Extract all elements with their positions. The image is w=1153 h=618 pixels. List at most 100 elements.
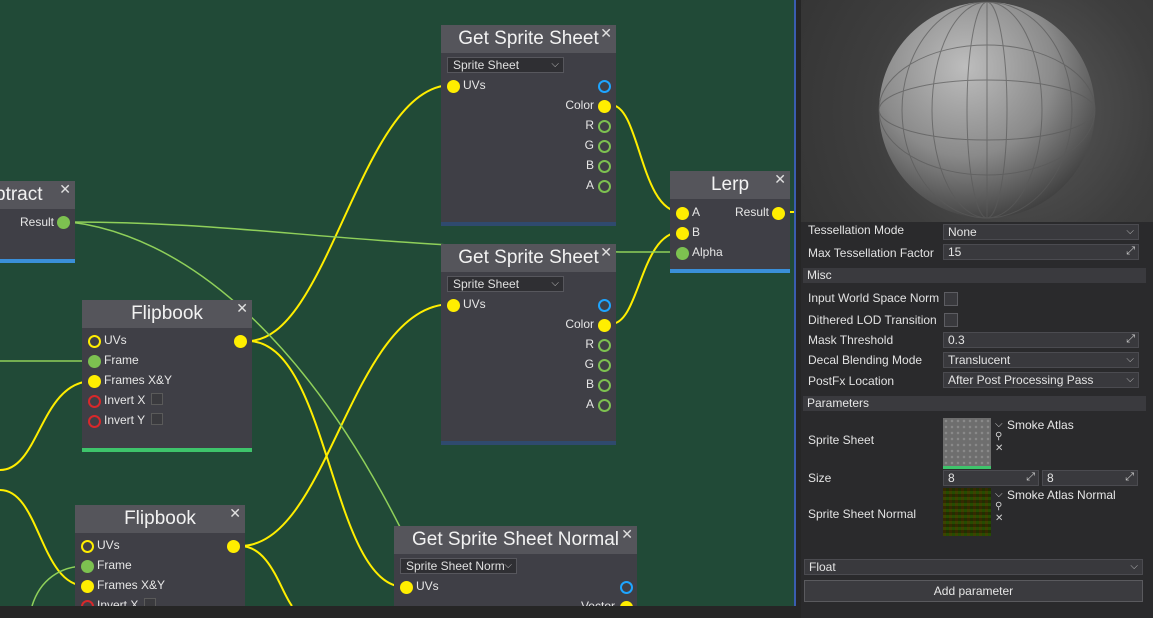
port-label: Invert Y [104, 413, 146, 427]
mode-dropdown[interactable]: Sprite Sheet ⌵ [447, 57, 564, 73]
output-port-result[interactable] [772, 207, 785, 220]
chevron-down-icon[interactable]: ⌵ [995, 490, 1003, 500]
output-port[interactable] [598, 80, 611, 93]
input-port-uvs[interactable] [447, 299, 460, 312]
node-title: Flipbook [82, 300, 252, 328]
output-port[interactable] [227, 540, 240, 553]
input-port-uvs[interactable] [400, 581, 413, 594]
input-port-frames-xy[interactable] [88, 375, 101, 388]
size-x-field[interactable]: 8 ⤢ [943, 470, 1039, 486]
search-icon[interactable]: ⚲ [995, 502, 1002, 512]
size-y-field[interactable]: 8 ⤢ [1042, 470, 1138, 486]
tessellation-mode-select[interactable]: None ⌵ [943, 224, 1139, 240]
postfx-location-select[interactable]: After Post Processing Pass ⌵ [943, 372, 1139, 388]
output-port-a[interactable] [598, 399, 611, 412]
output-port-color[interactable] [598, 100, 611, 113]
wire-flipbook2-to-gss2-uvs [239, 303, 453, 547]
close-icon[interactable]: ✕ [621, 527, 633, 541]
output-port-g[interactable] [598, 359, 611, 372]
misc-section-header[interactable]: Misc [803, 268, 1146, 283]
canvas-border [794, 0, 796, 606]
subtract-node[interactable]: btract ✕ Result [0, 181, 75, 263]
get-sprite-sheet-node[interactable]: Get Sprite Sheet ✕ Sprite Sheet ⌵ UVs Col… [441, 244, 616, 445]
port-label: UVs [463, 297, 486, 311]
port-label: Result [19, 215, 54, 229]
lerp-node[interactable]: Lerp ✕ A Result B Alpha [670, 171, 790, 273]
dithered-lod-transition-label: Dithered LOD Transition [808, 313, 937, 327]
sprite-sheet-normal-label: Sprite Sheet Normal [808, 507, 917, 521]
select-value: Translucent [948, 353, 1011, 367]
close-icon[interactable]: ✕ [600, 245, 612, 259]
properties-panel: Tessellation Mode None ⌵ Max Tessellation… [801, 222, 1153, 618]
sprite-sheet-asset-name: Smoke Atlas [1007, 418, 1074, 432]
input-port-alpha[interactable] [676, 247, 689, 260]
invert-x-checkbox[interactable] [144, 598, 156, 606]
resize-icon[interactable]: ⤢ [1126, 244, 1135, 258]
search-icon[interactable]: ⚲ [995, 432, 1002, 442]
dropdown-value: Sprite Sheet [453, 277, 520, 291]
close-icon[interactable]: ✕ [236, 301, 248, 315]
input-port-frame[interactable] [88, 355, 101, 368]
get-sprite-sheet-normal-node[interactable]: Get Sprite Sheet Normal ✕ Sprite Sheet N… [394, 526, 637, 606]
resize-icon[interactable]: ⤢ [1125, 470, 1134, 484]
input-port-uvs[interactable] [447, 80, 460, 93]
output-port[interactable] [57, 216, 70, 229]
output-port[interactable] [598, 299, 611, 312]
dithered-lod-transition-checkbox[interactable] [944, 313, 958, 327]
flipbook-node[interactable]: Flipbook ✕ UVs Frame Frames X&Y Invert X… [82, 300, 252, 452]
close-icon[interactable]: ✕ [59, 182, 71, 196]
add-parameter-button[interactable]: Add parameter [804, 580, 1143, 602]
chevron-down-icon: ⌵ [1126, 374, 1134, 385]
input-world-space-normal-label: Input World Space Norm [808, 291, 940, 305]
chevron-down-icon[interactable]: ⌵ [995, 420, 1003, 430]
output-port[interactable] [234, 335, 247, 348]
sprite-sheet-normal-thumbnail[interactable] [943, 488, 991, 536]
node-title: Lerp [670, 171, 790, 199]
port-label: G [584, 357, 594, 371]
input-port-b[interactable] [676, 227, 689, 240]
input-port-frame[interactable] [81, 560, 94, 573]
input-port-uvs[interactable] [81, 540, 94, 553]
invert-y-checkbox[interactable] [151, 413, 163, 425]
output-port-b[interactable] [598, 160, 611, 173]
output-port-r[interactable] [598, 339, 611, 352]
invert-x-checkbox[interactable] [151, 393, 163, 405]
output-port[interactable] [620, 581, 633, 594]
input-port-uvs[interactable] [88, 335, 101, 348]
chevron-down-icon: ⌵ [551, 278, 559, 289]
input-port-frames-xy[interactable] [81, 580, 94, 593]
output-port-r[interactable] [598, 120, 611, 133]
mode-dropdown[interactable]: Sprite Sheet ⌵ [447, 276, 564, 292]
output-port-color[interactable] [598, 319, 611, 332]
max-tessellation-factor-field[interactable]: 15 ⤢ [943, 244, 1139, 260]
output-port-a[interactable] [598, 180, 611, 193]
mask-threshold-field[interactable]: 0.3 ⤢ [943, 332, 1139, 348]
close-icon[interactable]: ✕ [229, 506, 241, 520]
input-port-invert-y[interactable] [88, 415, 101, 428]
clear-icon[interactable]: ✕ [995, 514, 1003, 524]
parameter-type-select[interactable]: Float ⌵ [804, 559, 1143, 575]
flipbook-node[interactable]: Flipbook ✕ UVs Frame Frames X&Y Invert X [75, 505, 245, 606]
input-port-a[interactable] [676, 207, 689, 220]
dropdown-value: Sprite Sheet [453, 58, 520, 72]
output-port-b[interactable] [598, 379, 611, 392]
port-label: B [692, 225, 701, 239]
material-preview[interactable] [801, 0, 1153, 222]
select-value: After Post Processing Pass [948, 373, 1094, 387]
resize-icon[interactable]: ⤢ [1126, 332, 1135, 346]
parameters-section-header[interactable]: Parameters [803, 396, 1146, 411]
input-port-invert-x[interactable] [88, 395, 101, 408]
close-icon[interactable]: ✕ [774, 172, 786, 186]
resize-icon[interactable]: ⤢ [1026, 470, 1035, 484]
input-world-space-normal-checkbox[interactable] [944, 292, 958, 306]
graph-canvas[interactable]: btract ✕ Result Get Sprite Sheet ✕ Sprit… [0, 0, 794, 606]
decal-blending-mode-select[interactable]: Translucent ⌵ [943, 352, 1139, 368]
clear-icon[interactable]: ✕ [995, 444, 1003, 454]
sprite-sheet-label: Sprite Sheet [808, 433, 875, 447]
output-port-g[interactable] [598, 140, 611, 153]
get-sprite-sheet-node[interactable]: Get Sprite Sheet ✕ Sprite Sheet ⌵ UVs Col… [441, 25, 616, 226]
sprite-sheet-thumbnail[interactable] [943, 418, 991, 469]
close-icon[interactable]: ✕ [600, 26, 612, 40]
mask-threshold-label: Mask Threshold [808, 333, 894, 347]
mode-dropdown[interactable]: Sprite Sheet Norm ⌵ [400, 558, 517, 574]
